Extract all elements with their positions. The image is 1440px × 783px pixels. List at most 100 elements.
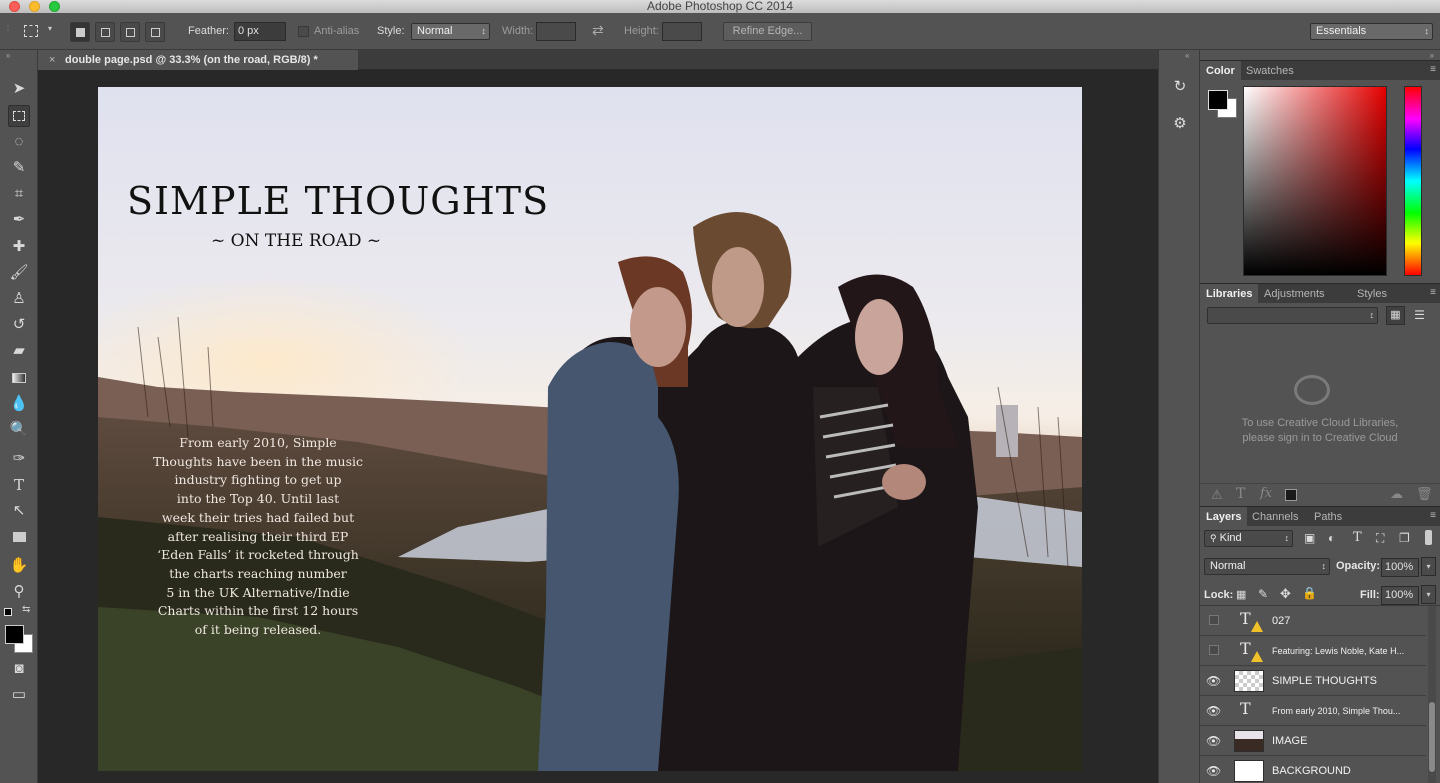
collapse-toolbar-icon[interactable]: » — [6, 51, 10, 60]
layer-row[interactable]: 👁 SIMPLE THOUGHTS — [1200, 666, 1426, 696]
rectangular-marquee-tool-icon[interactable] — [8, 105, 30, 127]
layer-row[interactable]: 👁 IMAGE — [1200, 726, 1426, 756]
warning-icon — [1251, 621, 1263, 632]
zoom-window-button[interactable] — [49, 1, 60, 12]
healing-brush-tool-icon[interactable]: ✚ — [8, 236, 30, 258]
visibility-toggle-off[interactable] — [1209, 645, 1219, 655]
tab-channels[interactable]: Channels — [1246, 507, 1304, 527]
new-selection-button[interactable] — [70, 22, 90, 42]
layers-scrollbar[interactable] — [1428, 606, 1436, 783]
clone-stamp-tool-icon[interactable]: ♙ — [8, 288, 30, 310]
width-input[interactable] — [536, 22, 576, 41]
scrollbar-thumb[interactable] — [1429, 702, 1435, 772]
filter-shape-icon[interactable]: ⛶ — [1376, 531, 1384, 546]
eye-icon[interactable]: 👁 — [1206, 756, 1221, 783]
tab-swatches[interactable]: Swatches — [1240, 61, 1300, 81]
layer-row[interactable]: 👁 T From early 2010, Simple Thou... — [1200, 696, 1426, 726]
text-layer-icon: T — [1240, 699, 1251, 718]
filter-toggle[interactable] — [1425, 530, 1432, 545]
collapse-panels-icon[interactable]: » — [1430, 51, 1434, 60]
eyedropper-tool-icon[interactable]: ✒ — [8, 209, 30, 231]
history-brush-tool-icon[interactable]: ↺ — [8, 314, 30, 336]
blur-tool-icon[interactable]: 💧 — [8, 393, 30, 415]
panel-menu-icon[interactable]: ≡ — [1430, 510, 1436, 521]
panel-menu-icon[interactable]: ≡ — [1430, 287, 1436, 298]
tab-styles[interactable]: Styles — [1351, 284, 1393, 304]
layer-row[interactable]: 👁 BACKGROUND — [1200, 756, 1426, 783]
filter-smart-object-icon[interactable]: ❐ — [1399, 531, 1410, 545]
filter-adjustment-icon[interactable]: ◐ — [1328, 531, 1335, 545]
eye-icon[interactable]: 👁 — [1206, 696, 1221, 726]
rectangle-tool-icon[interactable] — [8, 526, 30, 548]
visibility-toggle-off[interactable] — [1209, 615, 1219, 625]
eye-icon[interactable]: 👁 — [1206, 726, 1221, 756]
opacity-input[interactable]: 100% — [1381, 558, 1419, 577]
lock-all-icon[interactable]: 🔒 — [1302, 586, 1317, 600]
lasso-tool-icon[interactable]: ◌ — [8, 131, 30, 153]
color-field[interactable] — [1243, 86, 1387, 276]
height-input[interactable] — [662, 22, 702, 41]
opacity-dropdown-icon[interactable]: ▾ — [1421, 557, 1436, 576]
tab-color[interactable]: Color — [1200, 61, 1241, 81]
type-tool-icon[interactable]: T — [8, 474, 30, 496]
document-canvas[interactable]: SIMPLE THOUGHTS ~ ON THE ROAD ~ From ear… — [98, 87, 1082, 771]
move-tool-icon[interactable]: ➤ — [8, 78, 30, 100]
foreground-color-swatch[interactable] — [1208, 90, 1228, 110]
quick-selection-tool-icon[interactable]: ✎ — [8, 157, 30, 179]
right-panels: » Color Swatches ≡ Libraries Adjustments… — [1200, 50, 1440, 783]
fill-input[interactable]: 100% — [1381, 586, 1419, 605]
list-view-icon[interactable]: ☰ — [1410, 306, 1429, 325]
zoom-tool-icon[interactable]: ⚲ — [8, 581, 30, 603]
brush-tool-icon[interactable]: 🖌 — [8, 262, 30, 284]
subtract-selection-button[interactable] — [120, 22, 140, 42]
feather-input[interactable]: 0 px — [234, 22, 286, 41]
library-select[interactable] — [1207, 307, 1378, 324]
crop-tool-icon[interactable]: ⌗ — [8, 183, 30, 205]
close-tab-icon[interactable]: × — [49, 50, 55, 70]
foreground-color-swatch[interactable] — [5, 625, 24, 644]
hand-tool-icon[interactable]: ✋ — [8, 555, 30, 577]
history-panel-icon[interactable]: ↻ — [1169, 76, 1191, 98]
tab-adjustments[interactable]: Adjustments — [1258, 284, 1331, 304]
filter-pixel-icon[interactable]: ▣ — [1304, 531, 1315, 545]
swap-dimensions-icon[interactable]: ⇄ — [592, 22, 604, 39]
title-bar: Adobe Photoshop CC 2014 — [0, 0, 1440, 13]
minimize-window-button[interactable] — [29, 1, 40, 12]
path-selection-tool-icon[interactable]: ↖ — [8, 500, 30, 522]
add-selection-button[interactable] — [95, 22, 115, 42]
lock-transparent-icon[interactable]: ▦ — [1236, 588, 1246, 601]
layer-filter-select[interactable]: ⚲ Kind — [1204, 530, 1293, 547]
eraser-tool-icon[interactable]: ▰ — [8, 340, 30, 362]
close-window-button[interactable] — [9, 1, 20, 12]
refine-edge-button[interactable]: Refine Edge... — [723, 22, 812, 41]
hue-slider[interactable] — [1404, 86, 1422, 276]
expand-dock-icon[interactable]: « — [1185, 51, 1189, 60]
default-colors-icon[interactable] — [4, 608, 12, 616]
intersect-selection-button[interactable] — [145, 22, 165, 42]
style-select[interactable]: Normal — [411, 23, 490, 40]
grid-view-icon[interactable]: ▦ — [1386, 306, 1405, 325]
quick-mask-icon[interactable]: ◙ — [8, 658, 30, 680]
tab-paths[interactable]: Paths — [1308, 507, 1348, 527]
tab-libraries[interactable]: Libraries — [1200, 284, 1259, 304]
document-tab[interactable]: × double page.psd @ 33.3% (on the road, … — [38, 50, 358, 70]
workspace-select[interactable]: Essentials — [1310, 23, 1433, 40]
properties-panel-icon[interactable]: ⚙ — [1169, 113, 1191, 135]
panel-menu-icon[interactable]: ≡ — [1430, 64, 1436, 75]
tab-layers[interactable]: Layers — [1200, 507, 1248, 527]
lock-image-icon[interactable]: ✎ — [1258, 587, 1268, 601]
eye-icon[interactable]: 👁 — [1206, 666, 1221, 696]
antialias-checkbox[interactable] — [298, 26, 309, 37]
layer-row[interactable]: T Featuring: Lewis Noble, Kate H... — [1200, 636, 1426, 666]
filter-type-icon[interactable]: T — [1353, 530, 1362, 545]
fill-dropdown-icon[interactable]: ▾ — [1421, 585, 1436, 604]
lock-position-icon[interactable]: ✥ — [1280, 586, 1291, 602]
layer-row[interactable]: T 027 — [1200, 606, 1426, 636]
pen-tool-icon[interactable]: ✑ — [8, 448, 30, 470]
gradient-tool-icon[interactable] — [8, 367, 30, 389]
dodge-tool-icon[interactable]: 🔍 — [8, 419, 30, 441]
swap-colors-icon[interactable]: ⇆ — [22, 604, 30, 615]
tool-preset-picker[interactable]: ▾ — [18, 23, 58, 41]
screen-mode-icon[interactable]: ▭ — [8, 684, 30, 706]
blend-mode-select[interactable]: Normal — [1204, 558, 1330, 575]
